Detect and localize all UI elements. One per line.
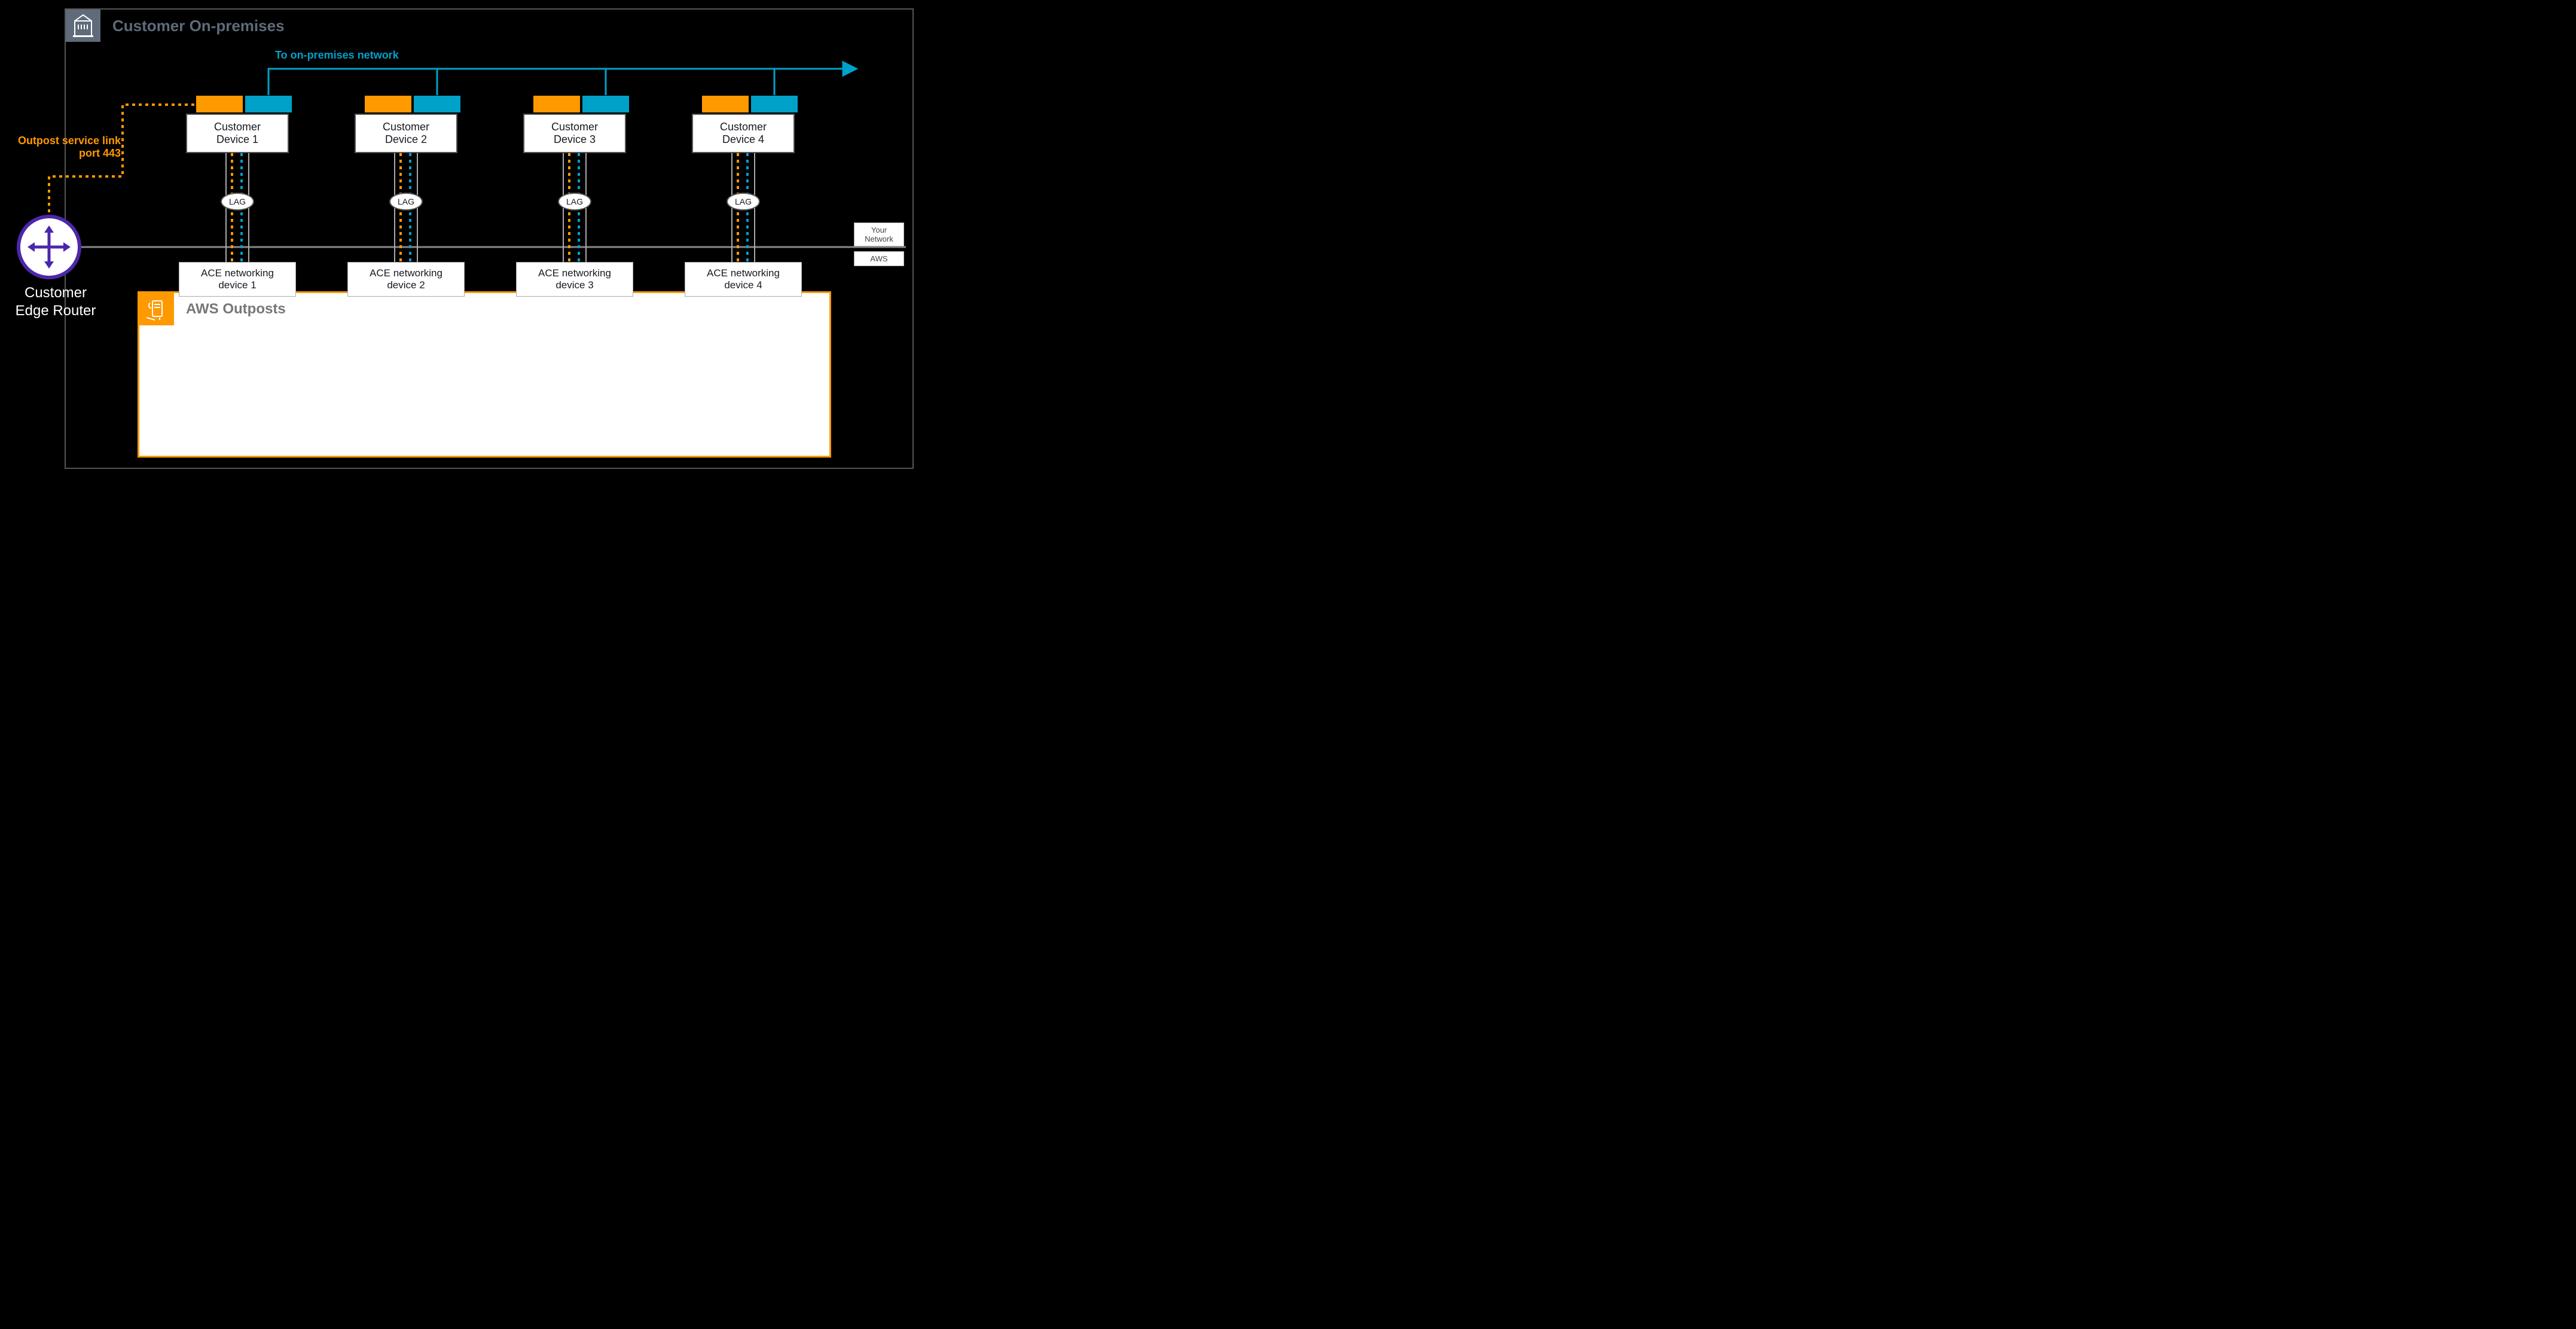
- cd4-l2: Device 4: [693, 133, 793, 146]
- customer-device-4: Customer Device 4: [692, 114, 795, 153]
- service-link-line2: port 443: [79, 147, 121, 159]
- ace-device-1: ACE networking device 1: [179, 262, 296, 297]
- cd1-l1: Customer: [187, 121, 288, 133]
- cd2-l1: Customer: [356, 121, 456, 133]
- router-icon: [17, 215, 81, 279]
- ace-device-4: ACE networking device 4: [685, 262, 802, 297]
- onprem-network-label: To on-premises network: [275, 49, 399, 62]
- ace4-l2: device 4: [685, 279, 801, 291]
- outposts-container: AWS Outposts: [138, 291, 831, 458]
- port-blue-1: [245, 96, 292, 112]
- ace1-l1: ACE networking: [179, 267, 295, 279]
- port-orange-1: [196, 96, 243, 112]
- lag-badge-1: LAG: [221, 193, 254, 211]
- ace-device-2: ACE networking device 2: [347, 262, 465, 297]
- cd2-l2: Device 2: [356, 133, 456, 146]
- cd1-l2: Device 1: [187, 133, 288, 146]
- lag-badge-2: LAG: [389, 193, 423, 211]
- port-orange-2: [365, 96, 411, 112]
- router-label-l1: Customer: [25, 285, 87, 301]
- service-link-label: Outpost service link port 443: [1, 135, 121, 160]
- customer-device-3: Customer Device 3: [523, 114, 626, 153]
- onprem-title: Customer On-premises: [112, 17, 285, 35]
- cd3-l1: Customer: [524, 121, 625, 133]
- ace2-l2: device 2: [348, 279, 464, 291]
- onprem-header: Customer On-premises: [66, 10, 285, 42]
- service-link-line1: Outpost service link: [18, 135, 121, 147]
- outposts-title: AWS Outposts: [186, 301, 286, 318]
- port-blue-4: [751, 96, 798, 112]
- cd3-l2: Device 3: [524, 133, 625, 146]
- router-label: Customer Edge Router: [0, 284, 111, 320]
- cd4-l1: Customer: [693, 121, 793, 133]
- ace2-l1: ACE networking: [348, 267, 464, 279]
- port-blue-3: [582, 96, 629, 112]
- router-label-l2: Edge Router: [16, 303, 96, 319]
- ace1-l2: device 1: [179, 279, 295, 291]
- outposts-header: AWS Outposts: [139, 293, 829, 325]
- your-network-text: Your Network: [865, 225, 893, 243]
- ace3-l2: device 3: [517, 279, 633, 291]
- port-orange-4: [702, 96, 749, 112]
- aws-text: AWS: [870, 254, 887, 263]
- building-icon: [66, 10, 100, 42]
- lag-badge-4: LAG: [727, 193, 760, 211]
- customer-device-2: Customer Device 2: [355, 114, 457, 153]
- your-network-label: Your Network: [854, 222, 904, 246]
- ace4-l1: ACE networking: [685, 267, 801, 279]
- port-blue-2: [414, 96, 460, 112]
- ace-device-3: ACE networking device 3: [516, 262, 633, 297]
- lag-badge-3: LAG: [558, 193, 591, 211]
- outposts-icon: [139, 293, 174, 325]
- port-orange-3: [533, 96, 580, 112]
- aws-label: AWS: [854, 251, 904, 266]
- ace3-l1: ACE networking: [517, 267, 633, 279]
- customer-device-1: Customer Device 1: [186, 114, 289, 153]
